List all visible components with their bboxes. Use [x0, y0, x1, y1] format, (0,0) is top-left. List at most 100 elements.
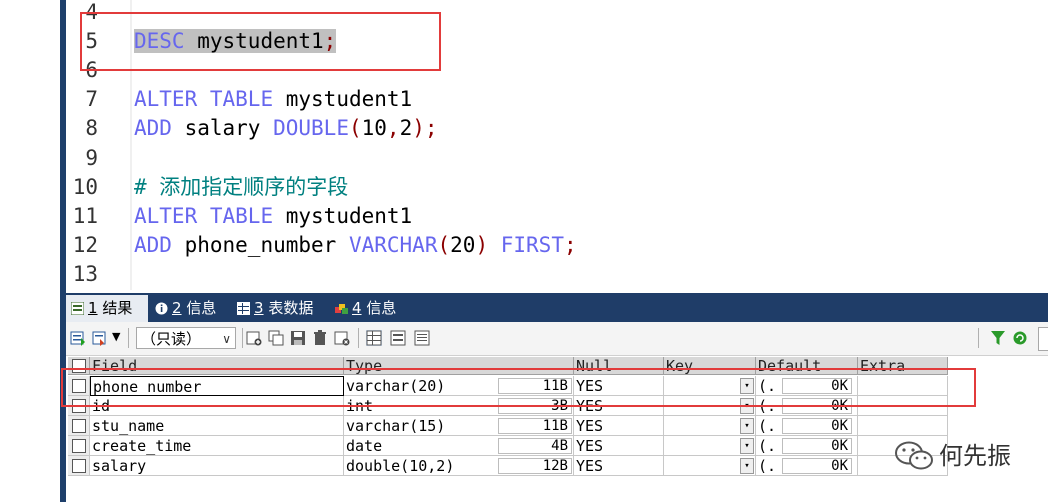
line-number: 9 [85, 145, 98, 170]
table-data-icon [237, 302, 250, 315]
line-number: 11 [72, 203, 98, 228]
cell-type[interactable]: varchar(15) 11B [344, 416, 574, 436]
tab-table-data-label: 表数据 [268, 299, 314, 317]
cell-null[interactable]: YES [574, 416, 664, 436]
save-icon[interactable] [290, 330, 306, 346]
code-token: ADD [134, 116, 172, 141]
table-row[interactable]: stu_name varchar(15) 11B YES ▾ (. 0K [66, 416, 948, 436]
refresh-icon[interactable] [1012, 330, 1028, 346]
tab-info-2-num: 4 [352, 299, 362, 317]
code-token: 20 [450, 232, 476, 257]
cell-type[interactable]: double(10,2) 12B [344, 456, 574, 476]
info-icon [155, 302, 168, 315]
code-token: ( [437, 232, 451, 257]
duplicate-row-icon[interactable] [268, 330, 284, 346]
row-selector[interactable] [68, 456, 90, 476]
code-line[interactable]: ALTER TABLE mystudent1 [134, 87, 412, 111]
highlight-box-desc [80, 12, 441, 71]
code-line[interactable]: ADD phone_number VARCHAR(20) FIRST; [134, 233, 577, 257]
info-status-icon [335, 304, 348, 314]
table-row[interactable]: create_time date 4B YES ▾ (. 0K [66, 436, 948, 456]
tab-info-2[interactable]: 4 信息 [330, 295, 410, 322]
row-checkbox[interactable] [72, 459, 86, 473]
import-icon[interactable] [92, 330, 108, 346]
cell-type-value: double(10,2) [346, 457, 455, 475]
toolbar-separator [358, 328, 359, 348]
wechat-icon [895, 441, 933, 470]
cell-type[interactable]: date 4B [344, 436, 574, 456]
code-token: phone_number [184, 232, 337, 257]
cell-default[interactable]: (. 0K [756, 456, 858, 476]
cell-null-value: YES [576, 457, 604, 475]
tab-results[interactable]: 1 结果 [66, 295, 148, 322]
cell-field[interactable]: create_time [90, 436, 344, 456]
form-view-icon[interactable] [390, 330, 406, 346]
type-size-box: 4B [498, 438, 572, 454]
result-toolbar: ▼ （只读） ∨ [66, 322, 1048, 356]
toolbar-separator [128, 328, 129, 348]
add-row-icon[interactable] [246, 330, 262, 346]
key-dropdown-icon[interactable]: ▾ [740, 438, 754, 454]
code-token: VARCHAR [348, 232, 438, 257]
row-checkbox[interactable] [72, 419, 86, 433]
tab-results-num: 1 [88, 299, 98, 317]
tab-info[interactable]: 2 信息 [150, 295, 222, 322]
tab-results-label: 结果 [102, 299, 133, 317]
line-number: 13 [72, 261, 98, 286]
tab-info-label: 信息 [186, 299, 217, 317]
row-checkbox[interactable] [72, 439, 86, 453]
filter-input[interactable] [1038, 327, 1048, 351]
cell-null[interactable]: YES [574, 456, 664, 476]
discard-changes-icon[interactable] [334, 330, 350, 346]
code-token: 10 [361, 116, 387, 141]
cell-field-value: stu_name [92, 417, 165, 435]
tab-info-2-label: 信息 [366, 299, 397, 317]
code-token: ( [348, 116, 362, 141]
watermark-text: 何先振 [939, 442, 1011, 470]
cell-key[interactable]: ▾ [664, 416, 756, 436]
cell-field[interactable]: salary [90, 456, 344, 476]
delete-icon[interactable] [312, 330, 328, 346]
filter-icon[interactable] [990, 330, 1006, 346]
code-token: salary [184, 116, 261, 141]
code-token: TABLE [209, 87, 274, 112]
cell-default-value: (. [758, 437, 777, 455]
key-dropdown-icon[interactable]: ▾ [740, 458, 754, 474]
table-row[interactable]: salary double(10,2) 12B YES ▾ (. 0K [66, 456, 948, 476]
cell-default-value: (. [758, 417, 777, 435]
result-tabbar: 1 结果 2 信息 3 表数据 4 信息 [66, 293, 1048, 322]
grid-view-icon[interactable] [366, 330, 382, 346]
cell-key[interactable]: ▾ [664, 436, 756, 456]
cell-extra[interactable] [858, 416, 948, 436]
cell-key[interactable]: ▾ [664, 456, 756, 476]
cell-default[interactable]: (. 0K [756, 416, 858, 436]
result-grid-icon [71, 302, 84, 315]
readonly-select[interactable]: （只读） ∨ [136, 327, 236, 349]
line-number: 12 [72, 232, 98, 257]
key-dropdown-icon[interactable]: ▾ [740, 418, 754, 434]
code-line[interactable]: ALTER TABLE mystudent1 [134, 204, 412, 228]
row-selector[interactable] [68, 436, 90, 456]
tab-info-num: 2 [172, 299, 182, 317]
code-token: , [386, 116, 400, 141]
text-view-icon[interactable] [414, 330, 430, 346]
import-dropdown-arrow[interactable]: ▼ [112, 330, 120, 343]
export-icon[interactable] [70, 330, 86, 346]
row-selector[interactable] [68, 416, 90, 436]
cell-field[interactable]: stu_name [90, 416, 344, 436]
sql-editor[interactable]: 4 5 DESC mystudent1; 6 7 ALTER TABLE mystuden… [0, 0, 1048, 290]
tab-table-data[interactable]: 3 表数据 [232, 295, 328, 322]
cell-null[interactable]: YES [574, 436, 664, 456]
code-token: ; [563, 232, 577, 257]
cell-default[interactable]: (. 0K [756, 436, 858, 456]
code-token: DOUBLE [273, 116, 349, 141]
code-token: ) [475, 232, 489, 257]
toolbar-separator [978, 328, 979, 348]
code-line[interactable]: ADD salary DOUBLE(10,2); [134, 116, 438, 140]
code-line[interactable]: # 添加指定顺序的字段 [134, 175, 348, 199]
